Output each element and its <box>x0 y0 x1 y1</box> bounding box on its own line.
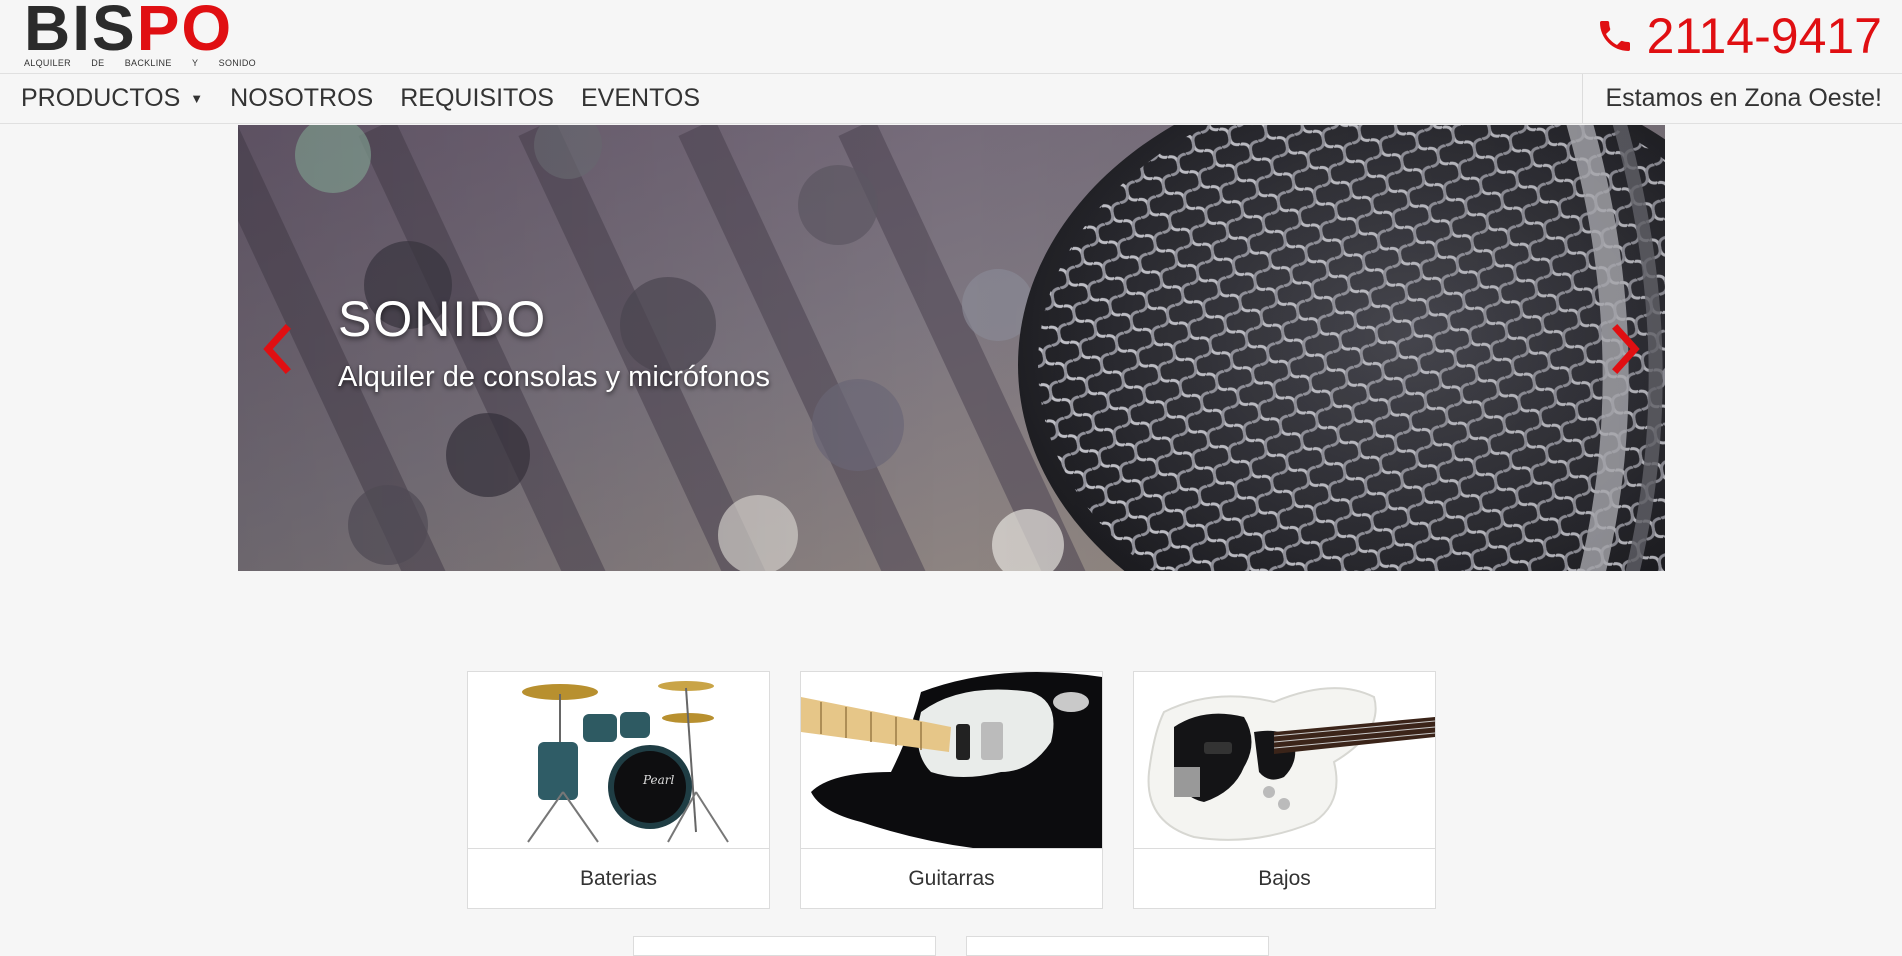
chevron-right-icon[interactable] <box>1607 321 1647 377</box>
phone-icon <box>1599 21 1630 51</box>
category-card-bajos[interactable]: Bajos <box>1133 671 1436 909</box>
phone-number: 2114-9417 <box>1646 8 1882 64</box>
nav-item-label: NOSOTROS <box>230 84 374 112</box>
nav-item-label: PRODUCTOS <box>21 84 181 112</box>
phone-contact[interactable]: 2114-9417 <box>1595 4 1882 68</box>
chevron-left-icon[interactable] <box>256 321 296 377</box>
category-card-baterias[interactable]: Pearl Baterias <box>467 671 770 909</box>
category-label: Guitarras <box>908 866 995 890</box>
slide-subtitle: Alquiler de consolas y micrófonos <box>338 361 770 393</box>
logo-tagline-word: BACKLINE <box>124 58 172 68</box>
nav-item-requisitos[interactable]: REQUISITOS <box>400 84 554 113</box>
logo-part-red: PO <box>136 0 234 64</box>
nav-item-nosotros[interactable]: NOSOTROS <box>230 84 373 113</box>
logo-tagline-word: Y <box>191 58 199 68</box>
category-label: Baterias <box>579 866 658 890</box>
nav-item-label: REQUISITOS <box>400 84 554 112</box>
logo-tagline-word: SONIDO <box>218 58 256 68</box>
category-label: Bajos <box>1258 866 1311 890</box>
hero-slide-image <box>238 125 1665 571</box>
logo-wordmark: BISPO <box>24 0 233 60</box>
electric-guitar-image <box>801 672 1102 849</box>
caret-down-icon: ▼ <box>190 91 204 106</box>
category-grid: Pearl Baterias Guitarras Bajos <box>467 671 1466 909</box>
site-header: BISPO ALQUILER DE BACKLINE Y SONIDO 2114… <box>0 0 1902 73</box>
nav-item-label: EVENTOS <box>580 84 701 112</box>
hero-carousel: SONIDO Alquiler de consolas y micrófonos <box>238 125 1665 571</box>
drum-kit-image: Pearl <box>468 672 769 849</box>
category-card[interactable] <box>966 936 1269 956</box>
logo-tagline: ALQUILER DE BACKLINE Y SONIDO <box>24 58 256 68</box>
main-nav: PRODUCTOS ▼ NOSOTROS REQUISITOS EVENTOS … <box>0 73 1902 124</box>
logo-tagline-word: ALQUILER <box>24 58 71 68</box>
zone-notice: Estamos en Zona Oeste! <box>1582 74 1902 123</box>
svg-text:Pearl: Pearl <box>642 773 675 787</box>
logo-tagline-word: DE <box>91 58 105 68</box>
nav-item-eventos[interactable]: EVENTOS <box>581 84 700 113</box>
nav-item-productos[interactable]: PRODUCTOS ▼ <box>21 84 203 113</box>
site-logo[interactable]: BISPO ALQUILER DE BACKLINE Y SONIDO <box>24 0 264 73</box>
bass-guitar-image <box>1134 672 1435 849</box>
category-card-guitarras[interactable]: Guitarras <box>800 671 1103 909</box>
nav-menu: PRODUCTOS ▼ NOSOTROS REQUISITOS EVENTOS <box>21 74 727 123</box>
category-grid-row2 <box>633 936 1299 956</box>
category-card[interactable] <box>633 936 936 956</box>
logo-part-dark: BIS <box>24 0 137 64</box>
slide-title: SONIDO <box>338 291 548 347</box>
